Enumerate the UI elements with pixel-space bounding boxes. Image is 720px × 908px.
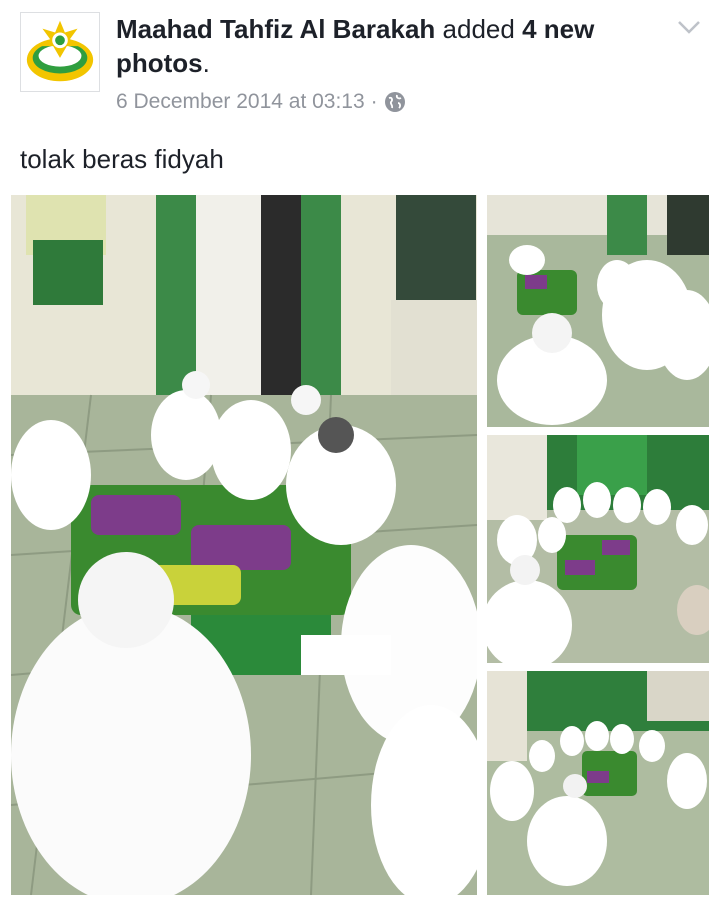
photo-2[interactable] [487,195,709,427]
action-text: added [435,14,523,44]
post-headline: Maahad Tahfiz Al Barakah added 4 new pho… [116,12,656,80]
photo-4[interactable] [487,671,709,895]
author-name-link[interactable]: Maahad Tahfiz Al Barakah [116,14,435,44]
photo-3[interactable] [487,435,709,663]
post-caption: tolak beras fidyah [20,144,224,174]
post-header: Maahad Tahfiz Al Barakah added 4 new pho… [0,0,720,125]
photo-1[interactable] [11,195,477,895]
period-text: . [202,48,210,78]
page-logo-icon [21,13,99,91]
globe-icon[interactable] [384,91,406,113]
page-avatar[interactable] [20,12,100,92]
chevron-down-icon[interactable] [676,14,702,40]
post-meta: 6 December 2014 at 03:13 · [116,88,406,116]
timestamp-link[interactable]: 6 December 2014 at 03:13 [116,88,365,116]
meta-separator: · [370,90,378,113]
